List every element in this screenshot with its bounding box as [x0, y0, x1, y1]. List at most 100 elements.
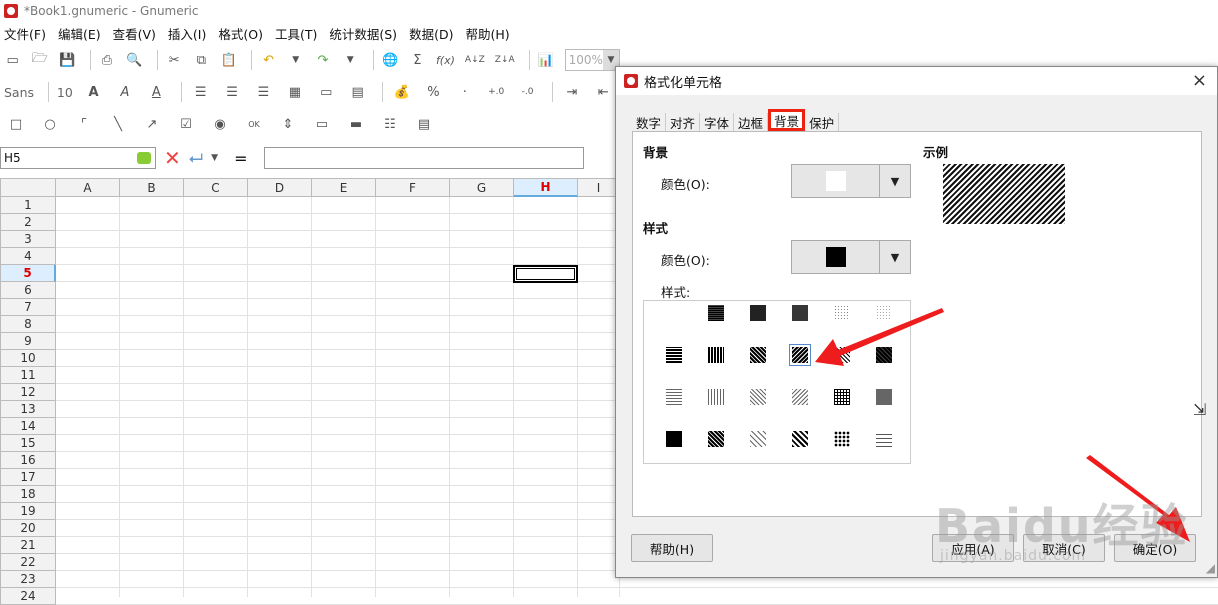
pattern-vertical-lines[interactable] — [708, 347, 724, 363]
sort-descending-icon[interactable]: Z↓A — [495, 49, 515, 71]
row-header-4[interactable]: 4 — [0, 248, 56, 265]
pattern-thin-horizontal[interactable] — [666, 389, 682, 405]
pattern-light-dots[interactable] — [834, 305, 850, 321]
tab-background[interactable]: 背景 — [768, 109, 806, 131]
row-header-2[interactable]: 2 — [0, 214, 56, 231]
pattern-thin-grid[interactable] — [834, 389, 850, 405]
menu-view[interactable]: 查看(V) — [113, 24, 156, 43]
currency-icon[interactable]: 💰 — [391, 81, 412, 103]
column-header-f[interactable]: F — [376, 178, 450, 197]
column-header-h[interactable]: H — [514, 178, 578, 197]
italic-icon[interactable]: A — [114, 81, 135, 103]
menu-edit[interactable]: 编辑(E) — [58, 24, 101, 43]
resize-grip-icon[interactable]: ◢ — [1206, 561, 1215, 575]
menu-data[interactable]: 数据(D) — [409, 24, 453, 43]
menu-insert[interactable]: 插入(I) — [168, 24, 206, 43]
autosum-icon[interactable]: Σ — [409, 49, 426, 71]
help-button[interactable]: 帮助(H) — [631, 534, 713, 562]
pattern-thin-diagonal-up[interactable] — [792, 389, 808, 405]
chart-icon[interactable]: 📊 — [537, 49, 554, 71]
pattern-thick-diagonal-cross[interactable] — [876, 347, 892, 363]
arrow-icon[interactable]: ↗ — [140, 113, 164, 135]
frame-icon[interactable]: ⌜ — [72, 113, 96, 135]
formula-entry[interactable] — [263, 147, 584, 169]
row-header-15[interactable]: 15 — [0, 435, 56, 452]
scrollbar-widget-icon[interactable]: ▭ — [310, 113, 334, 135]
undo-dropdown-icon[interactable]: ▼ — [287, 49, 304, 71]
pattern-dense-checker[interactable] — [708, 431, 724, 447]
pattern-thin-diagonal-down[interactable] — [750, 389, 766, 405]
align-right-icon[interactable]: ☰ — [253, 81, 274, 103]
row-header-5[interactable]: 5 — [0, 265, 56, 282]
tab-border[interactable]: 边框 — [734, 113, 769, 131]
column-header-b[interactable]: B — [120, 178, 184, 197]
pattern-diamond[interactable] — [792, 431, 808, 447]
radio-button-icon[interactable]: ◉ — [208, 113, 232, 135]
row-header-16[interactable]: 16 — [0, 452, 56, 469]
row-header-22[interactable]: 22 — [0, 554, 56, 571]
column-header-a[interactable]: A — [56, 178, 120, 197]
font-size-field[interactable]: 10 — [57, 85, 73, 100]
copy-icon[interactable]: ⧉ — [193, 49, 210, 71]
pattern-circles[interactable] — [834, 431, 850, 447]
sort-ascending-icon[interactable]: A↓Z — [465, 49, 485, 71]
row-header-8[interactable]: 8 — [0, 316, 56, 333]
decrease-decimals-icon[interactable]: -.0 — [517, 81, 538, 103]
menu-file[interactable]: 文件(F) — [4, 24, 46, 43]
increase-indent-icon[interactable]: ⇥ — [561, 81, 582, 103]
align-center-icon[interactable]: ☰ — [221, 81, 242, 103]
row-header-12[interactable]: 12 — [0, 384, 56, 401]
accept-edit-icon[interactable]: ⮠ — [189, 148, 203, 169]
bold-icon[interactable]: A — [83, 81, 104, 103]
spin-button-icon[interactable]: ⇕ — [276, 113, 300, 135]
pattern-diagonal-down[interactable] — [750, 347, 766, 363]
pattern-solid-dense[interactable] — [708, 305, 724, 321]
merge-cells-icon[interactable]: ▦ — [284, 81, 305, 103]
menu-tools[interactable]: 工具(T) — [275, 24, 317, 43]
open-folder-icon[interactable]: 🗁 — [31, 49, 48, 71]
row-header-24[interactable]: 24 — [0, 588, 56, 605]
redo-dropdown-icon[interactable]: ▼ — [342, 49, 359, 71]
function-icon[interactable]: f(x) — [436, 49, 455, 71]
rectangle-icon[interactable]: □ — [4, 113, 28, 135]
pattern-medium-dots[interactable] — [792, 305, 808, 321]
decrease-indent-icon[interactable]: ⇤ — [593, 81, 614, 103]
row-header-13[interactable]: 13 — [0, 401, 56, 418]
cell-reference-field[interactable]: H5 — [0, 147, 156, 169]
row-header-19[interactable]: 19 — [0, 503, 56, 520]
row-header-20[interactable]: 20 — [0, 520, 56, 537]
menu-format[interactable]: 格式(O) — [218, 24, 263, 43]
column-header-d[interactable]: D — [248, 178, 312, 197]
align-left-icon[interactable]: ☰ — [190, 81, 211, 103]
cut-icon[interactable]: ✂ — [166, 49, 183, 71]
pattern-scallops[interactable] — [750, 431, 766, 447]
select-all-corner[interactable] — [0, 178, 56, 197]
row-header-1[interactable]: 1 — [0, 197, 56, 214]
selected-cell-h5[interactable] — [513, 265, 578, 283]
row-header-23[interactable]: 23 — [0, 571, 56, 588]
underline-icon[interactable]: A — [146, 81, 167, 103]
row-header-6[interactable]: 6 — [0, 282, 56, 299]
equals-sign[interactable]: = — [234, 149, 247, 168]
tab-number[interactable]: 数字 — [632, 113, 667, 131]
combo-widget-icon[interactable]: ▤ — [412, 113, 436, 135]
print-preview-icon[interactable]: 🔍 — [126, 49, 143, 71]
pattern-thin-vertical[interactable] — [708, 389, 724, 405]
row-header-21[interactable]: 21 — [0, 537, 56, 554]
chevron-down-icon[interactable]: ▼ — [880, 165, 910, 197]
pattern-crosshatch[interactable] — [834, 347, 850, 363]
pattern-dense-dots[interactable] — [750, 305, 766, 321]
cancel-edit-icon[interactable]: ✕ — [164, 146, 181, 170]
pattern-sparse-dots[interactable] — [876, 305, 892, 321]
row-header-14[interactable]: 14 — [0, 418, 56, 435]
tab-protection[interactable]: 保护 — [805, 113, 840, 131]
increase-decimals-icon[interactable]: +.0 — [485, 81, 506, 103]
redo-icon[interactable]: ↷ — [314, 49, 331, 71]
row-header-10[interactable]: 10 — [0, 350, 56, 367]
pattern-horizontal-lines[interactable] — [666, 347, 682, 363]
print-icon[interactable]: ⎙ — [98, 49, 115, 71]
save-icon[interactable]: 💾 — [58, 49, 75, 71]
tab-alignment[interactable]: 对齐 — [666, 113, 701, 131]
column-header-g[interactable]: G — [450, 178, 514, 197]
undo-icon[interactable]: ↶ — [260, 49, 277, 71]
